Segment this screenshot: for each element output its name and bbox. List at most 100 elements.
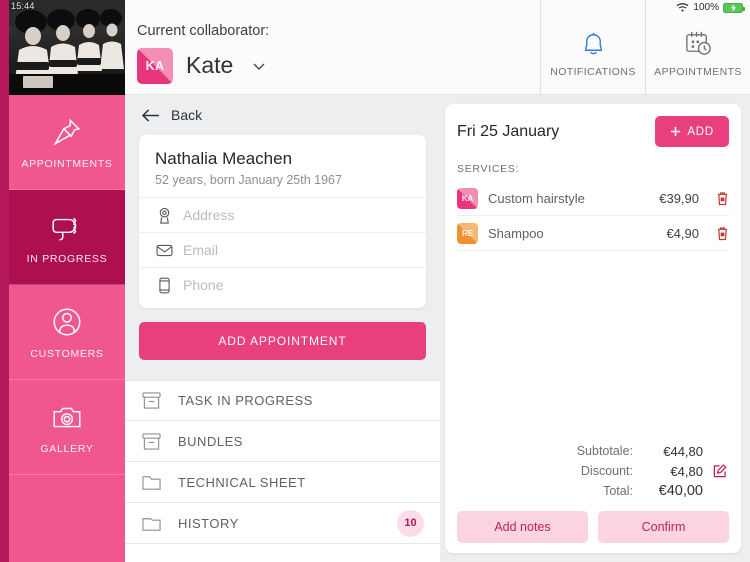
battery-percent: 100% <box>693 2 719 13</box>
current-collaborator[interactable]: Current collaborator: KA Kate <box>125 0 540 94</box>
sidebar-item-gallery[interactable]: GALLERY <box>9 380 125 475</box>
notifications-label: NOTIFICATIONS <box>550 66 636 78</box>
menu-label-technical-sheet: TECHNICAL SHEET <box>178 474 306 490</box>
customer-name: Nathalia Meachen <box>155 149 293 168</box>
back-button[interactable]: Back <box>125 95 440 135</box>
salon-photo-image <box>9 0 125 95</box>
folder-icon <box>142 517 161 531</box>
menu-item-task-in-progress[interactable]: TASK IN PROGRESS <box>125 380 440 421</box>
archive-box-icon <box>142 432 161 450</box>
services-title: SERVICES: <box>457 163 520 175</box>
app-root: 15:44 APPOINTMENTS IN PROGRESS CUSTOMERS… <box>0 0 750 562</box>
phone-placeholder: Phone <box>183 277 224 293</box>
add-notes-button[interactable]: Add notes <box>457 511 588 543</box>
total-label: Total: <box>603 484 633 498</box>
service-avatar-initials: RE <box>461 228 474 238</box>
customer-menu: TASK IN PROGRESS BUNDLES TECHNICAL SHEET… <box>125 380 440 562</box>
address-field[interactable]: Address <box>139 197 426 232</box>
sidebar-item-in-progress[interactable]: IN PROGRESS <box>9 190 125 285</box>
sidebar-label-in-progress: IN PROGRESS <box>26 252 108 265</box>
totals-section: Subtotale: €44,80 Discount: €4,80 Total:… <box>457 441 729 501</box>
avatar-initials: KA <box>145 58 165 73</box>
appointments-label: APPOINTMENTS <box>654 66 742 78</box>
subtotal-label: Subtotale: <box>576 444 633 458</box>
collaborator-name: Kate <box>186 52 234 78</box>
arrow-left-icon <box>141 108 159 122</box>
phone-icon <box>155 277 173 294</box>
service-row[interactable]: KA Custom hairstyle €39,90 <box>457 181 729 216</box>
menu-item-technical-sheet[interactable]: TECHNICAL SHEET <box>125 462 440 503</box>
panel-spacer <box>457 251 729 441</box>
service-price: €4,90 <box>666 225 699 241</box>
menu-label-task-in-progress: TASK IN PROGRESS <box>178 393 313 408</box>
sidebar-item-customers[interactable]: CUSTOMERS <box>9 285 125 380</box>
delete-service-button[interactable] <box>709 191 729 206</box>
add-appointment-button[interactable]: ADD APPOINTMENT <box>139 322 426 360</box>
subtotal-row: Subtotale: €44,80 <box>457 441 729 461</box>
sidebar-label-customers: CUSTOMERS <box>30 347 104 360</box>
pin-icon <box>53 118 81 146</box>
history-badge: 10 <box>397 509 424 537</box>
top-header: Current collaborator: KA Kate NOTIFICATI… <box>125 0 750 95</box>
service-name: Custom hairstyle <box>488 190 585 206</box>
delete-service-button[interactable] <box>709 226 729 241</box>
hairdryer-icon <box>52 217 77 240</box>
service-avatar-initials: KA <box>461 193 474 203</box>
archive-box-icon <box>142 392 161 409</box>
service-price: €39,90 <box>659 190 699 206</box>
battery-icon <box>723 2 745 13</box>
avatar: KA <box>137 47 173 84</box>
add-service-label: ADD <box>687 125 714 138</box>
service-row[interactable]: RE Shampoo €4,90 <box>457 216 729 251</box>
appointment-header: Fri 25 January ADD <box>457 116 729 147</box>
trash-icon <box>717 226 728 240</box>
chevron-down-icon[interactable] <box>251 58 267 74</box>
main-column: Current collaborator: KA Kate NOTIFICATI… <box>125 0 750 562</box>
calendar-clock-icon <box>685 31 711 55</box>
phone-field[interactable]: Phone <box>139 267 426 302</box>
notifications-button[interactable]: NOTIFICATIONS <box>540 0 645 94</box>
person-circle-icon <box>53 308 81 335</box>
email-field[interactable]: Email <box>139 232 426 267</box>
right-panel: Fri 25 January ADD SERVICES: KA Custom h… <box>440 95 750 562</box>
sidebar-item-appointments[interactable]: APPOINTMENTS <box>9 95 125 190</box>
sidebar-rail: 15:44 APPOINTMENTS IN PROGRESS CUSTOMERS… <box>0 0 125 562</box>
menu-label-bundles: BUNDLES <box>178 433 243 449</box>
collaborator-label: Current collaborator: <box>137 22 270 39</box>
panel-footer: Add notes Confirm <box>457 511 729 543</box>
bell-icon <box>584 32 602 55</box>
center-panel: Back Nathalia Meachen 52 years, born Jan… <box>125 95 440 562</box>
menu-item-bundles[interactable]: BUNDLES <box>125 421 440 462</box>
back-label: Back <box>171 107 203 123</box>
address-placeholder: Address <box>183 207 235 223</box>
status-bar-right: 100% <box>676 2 745 13</box>
sidebar-label-appointments: APPOINTMENTS <box>21 157 113 170</box>
total-value: €40,00 <box>658 483 703 499</box>
plus-icon <box>671 126 681 137</box>
camera-icon <box>53 407 81 427</box>
wifi-icon <box>677 3 689 12</box>
email-placeholder: Email <box>183 242 219 258</box>
add-service-button[interactable]: ADD <box>655 116 729 147</box>
discount-label: Discount: <box>580 464 633 478</box>
menu-item-history[interactable]: HISTORY 10 <box>125 503 440 544</box>
edit-pencil-icon <box>713 464 727 478</box>
subtotal-value: €44,80 <box>663 443 703 459</box>
edit-discount-button[interactable] <box>711 464 729 478</box>
service-avatar: KA <box>457 187 478 209</box>
salon-photo: 15:44 <box>9 0 125 95</box>
customer-subtitle: 52 years, born January 25th 1967 <box>155 173 342 187</box>
trash-icon <box>717 191 728 205</box>
confirm-button[interactable]: Confirm <box>598 511 729 543</box>
folder-icon <box>142 475 161 490</box>
discount-row: Discount: €4,80 <box>457 461 729 481</box>
envelope-icon <box>155 244 173 257</box>
total-row: Total: €40,00 <box>457 481 729 501</box>
collaborator-row[interactable]: KA Kate <box>137 47 540 84</box>
appointment-date: Fri 25 January <box>457 122 560 140</box>
content-area: Back Nathalia Meachen 52 years, born Jan… <box>125 95 750 562</box>
service-avatar: RE <box>457 222 478 244</box>
sidebar-label-gallery: GALLERY <box>40 442 94 455</box>
appointments-button[interactable]: APPOINTMENTS <box>645 0 750 94</box>
customer-card: Nathalia Meachen 52 years, born January … <box>139 135 426 308</box>
